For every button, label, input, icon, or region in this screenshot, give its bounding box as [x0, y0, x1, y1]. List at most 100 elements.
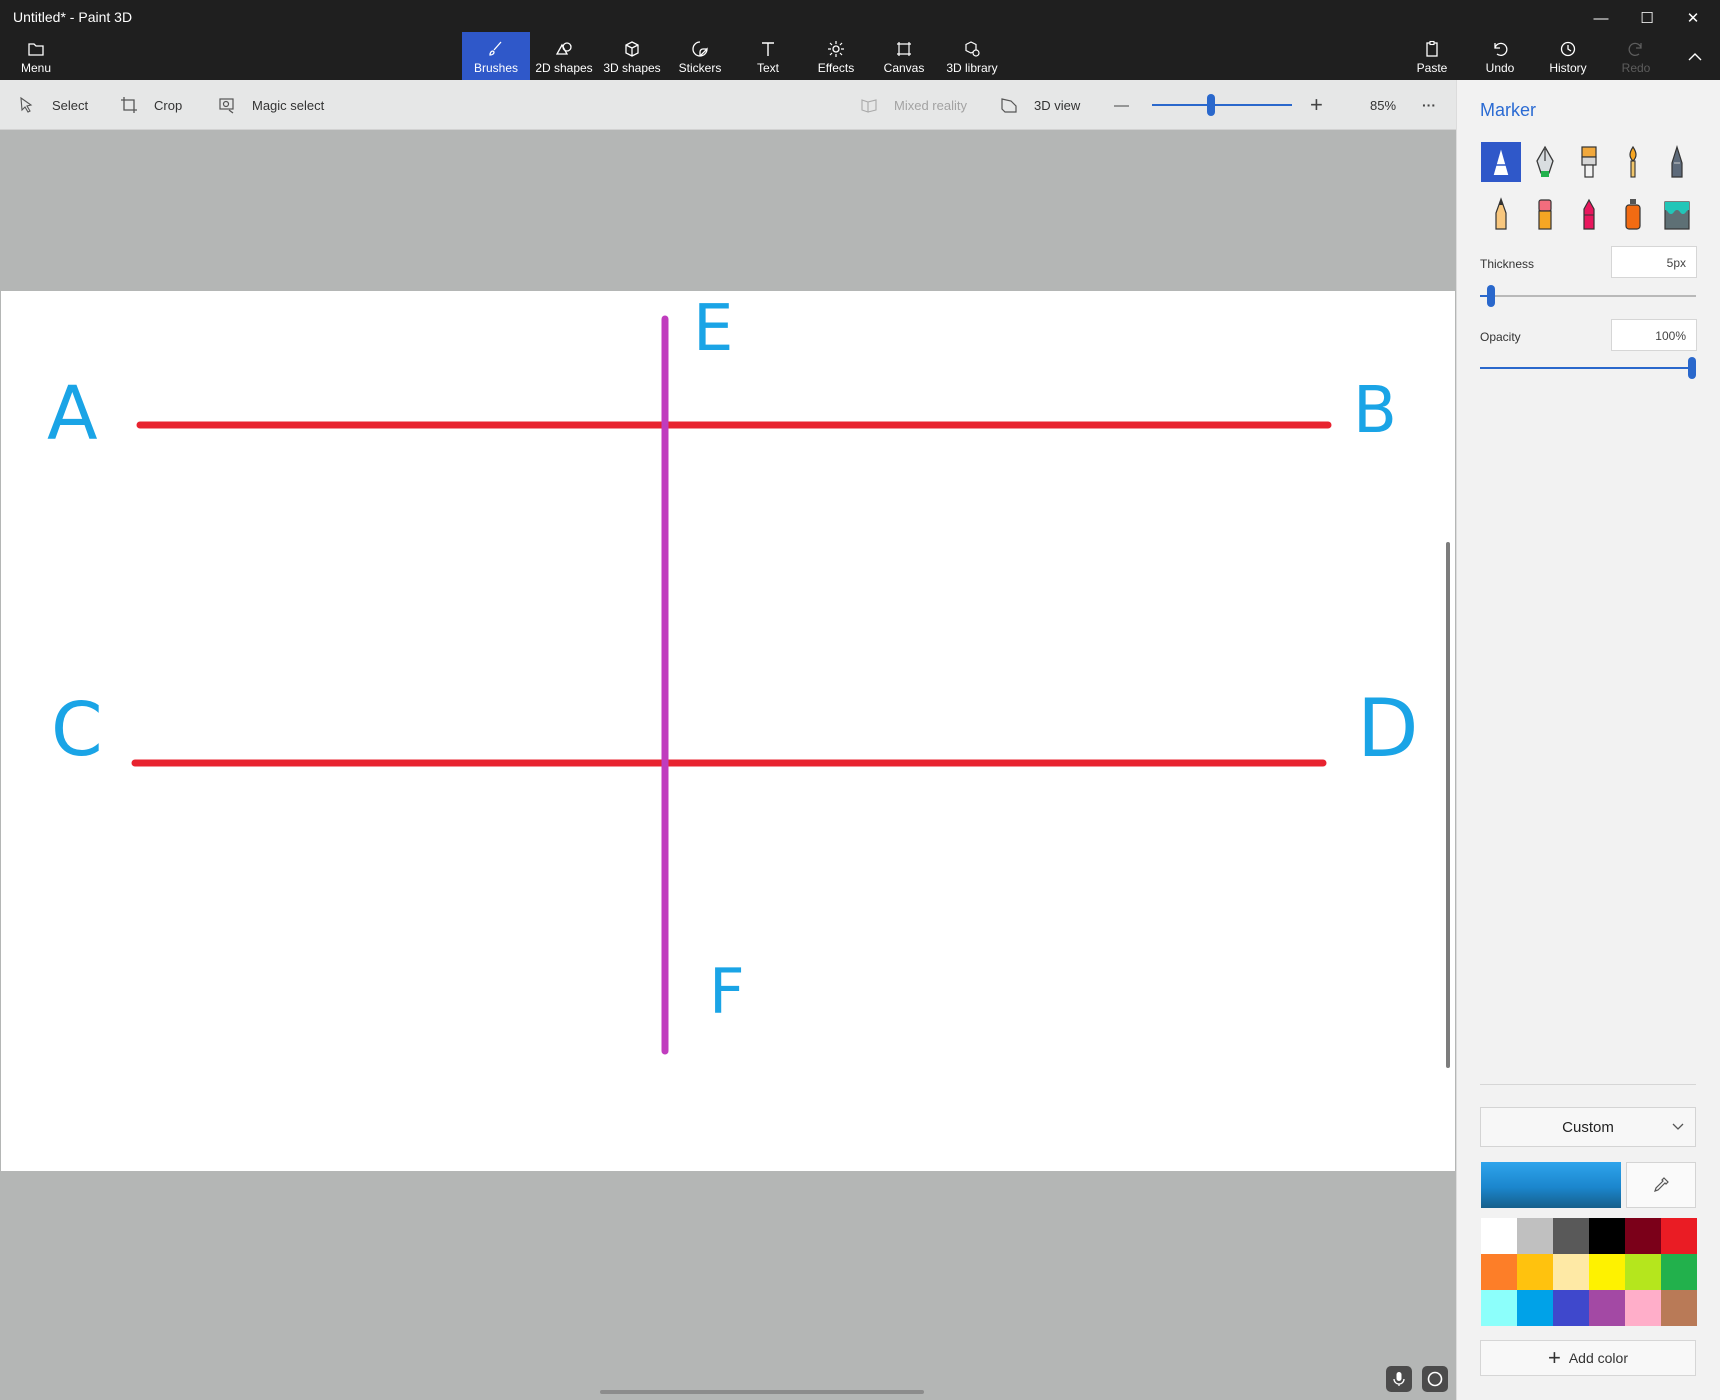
opacity-input[interactable]: 100% — [1611, 319, 1697, 351]
select-label: Select — [52, 97, 89, 113]
select-button[interactable]: Select — [18, 80, 88, 130]
redo-icon — [1628, 42, 1642, 57]
zoom-in-button[interactable]: + — [1310, 80, 1323, 130]
drawing-layer — [131, 315, 1332, 1055]
color-swatch[interactable] — [1553, 1290, 1589, 1326]
paste-button[interactable]: Paste — [1398, 32, 1466, 80]
brush-pencil[interactable] — [1481, 194, 1521, 234]
marker-icon — [1492, 146, 1510, 176]
undo-icon — [1494, 42, 1508, 57]
color-mode-dropdown[interactable]: Custom — [1480, 1107, 1696, 1147]
undo-button[interactable]: Undo — [1466, 32, 1534, 80]
current-color-swatch[interactable] — [1481, 1162, 1621, 1208]
tab-text[interactable]: Text — [734, 32, 802, 80]
crop-button[interactable]: Crop — [120, 80, 182, 130]
3d-library-icon — [965, 41, 980, 57]
cortana-button[interactable] — [1422, 1366, 1448, 1392]
brush-marker[interactable] — [1481, 142, 1521, 182]
zoom-slider-thumb[interactable] — [1207, 94, 1215, 116]
close-button[interactable]: ✕ — [1670, 0, 1716, 36]
tab-3d-shapes[interactable]: 3D shapes — [598, 32, 666, 80]
thickness-slider[interactable] — [1480, 285, 1696, 307]
color-swatch[interactable] — [1625, 1290, 1661, 1326]
color-swatch[interactable] — [1481, 1254, 1517, 1290]
brush-pixel-pen[interactable] — [1657, 142, 1697, 182]
eyedropper-button[interactable] — [1626, 1162, 1696, 1208]
opacity-slider[interactable] — [1480, 357, 1696, 379]
zoom-slider[interactable] — [1152, 94, 1292, 116]
horizontal-scrollbar[interactable] — [600, 1390, 924, 1394]
thickness-input[interactable]: 5px — [1611, 246, 1697, 278]
magic-select-button[interactable]: Magic select — [218, 80, 324, 130]
tab-3d-shapes-label: 3D shapes — [603, 61, 661, 75]
color-palette — [1481, 1218, 1697, 1326]
color-swatch[interactable] — [1661, 1290, 1697, 1326]
text-icon — [762, 42, 774, 56]
tab-brushes[interactable]: Brushes — [462, 32, 530, 80]
microphone-button[interactable] — [1386, 1366, 1412, 1392]
zoom-level[interactable]: 85% — [1370, 80, 1396, 130]
sun-icon — [828, 41, 844, 57]
brush-watercolor[interactable] — [1613, 142, 1653, 182]
microphone-icon — [1393, 1372, 1405, 1386]
tab-canvas[interactable]: Canvas — [870, 32, 938, 80]
spray-can-icon — [1625, 199, 1641, 230]
add-color-button[interactable]: + Add color — [1480, 1340, 1696, 1376]
redo-button[interactable]: Redo — [1602, 32, 1670, 80]
color-swatch[interactable] — [1625, 1254, 1661, 1290]
collapse-ribbon-button[interactable] — [1670, 32, 1720, 80]
minimize-button[interactable]: — — [1578, 0, 1624, 36]
brush-fill[interactable] — [1657, 194, 1697, 234]
color-swatch[interactable] — [1517, 1290, 1553, 1326]
tab-2d-shapes[interactable]: 2D shapes — [530, 32, 598, 80]
brush-calligraphy-pen[interactable] — [1525, 142, 1565, 182]
color-swatch[interactable] — [1517, 1218, 1553, 1254]
tab-stickers[interactable]: Stickers — [666, 32, 734, 80]
brush-oil[interactable] — [1569, 142, 1609, 182]
vertical-scrollbar[interactable] — [1446, 542, 1450, 1068]
label-e: E — [693, 292, 734, 366]
crayon-icon — [1583, 198, 1595, 230]
brushes-panel: Marker Thickness 5px Opacity 100% Custom… — [1456, 80, 1720, 1400]
color-swatch[interactable] — [1589, 1290, 1625, 1326]
magic-select-icon — [219, 98, 234, 114]
opacity-slider-thumb[interactable] — [1688, 357, 1696, 379]
zoom-out-button[interactable]: — — [1114, 80, 1129, 130]
pixel-pen-icon — [1671, 145, 1683, 178]
maximize-button[interactable]: ☐ — [1624, 0, 1670, 36]
more-options-button[interactable]: ··· — [1422, 80, 1436, 130]
cortana-icon — [1427, 1371, 1443, 1387]
label-f: F — [709, 955, 745, 1028]
brush-crayon[interactable] — [1569, 194, 1609, 234]
thickness-label: Thickness — [1480, 257, 1535, 271]
opacity-label: Opacity — [1480, 330, 1521, 344]
menu-button[interactable]: Menu — [2, 32, 70, 80]
color-swatch[interactable] — [1661, 1218, 1697, 1254]
plus-icon: + — [1547, 1345, 1561, 1370]
color-swatch[interactable] — [1589, 1218, 1625, 1254]
color-swatch[interactable] — [1481, 1290, 1517, 1326]
brush-spray-can[interactable] — [1613, 194, 1653, 234]
tab-3d-library[interactable]: 3D library — [938, 32, 1006, 80]
tab-effects[interactable]: Effects — [802, 32, 870, 80]
tab-effects-label: Effects — [817, 61, 855, 75]
history-button[interactable]: History — [1534, 32, 1602, 80]
title-bar: Untitled* - Paint 3D — ☐ ✕ — [0, 0, 1720, 36]
3d-view-button[interactable]: 3D view — [1000, 80, 1080, 130]
mixed-reality-button[interactable]: Mixed reality — [860, 80, 967, 130]
calligraphy-pen-icon — [1536, 145, 1554, 177]
color-swatch[interactable] — [1661, 1254, 1697, 1290]
thickness-slider-thumb[interactable] — [1487, 285, 1495, 307]
drawing-canvas[interactable]: A B C D E F — [1, 291, 1455, 1171]
brush-icon — [489, 41, 502, 56]
work-area: A B C D E F — [0, 130, 1456, 1400]
color-swatch[interactable] — [1625, 1218, 1661, 1254]
brush-eraser[interactable] — [1525, 194, 1565, 234]
color-swatch[interactable] — [1553, 1218, 1589, 1254]
window-title: Untitled* - Paint 3D — [13, 9, 133, 25]
color-swatch[interactable] — [1553, 1254, 1589, 1290]
color-swatch[interactable] — [1481, 1218, 1517, 1254]
mixed-reality-label: Mixed reality — [894, 97, 967, 113]
color-swatch[interactable] — [1517, 1254, 1553, 1290]
color-swatch[interactable] — [1589, 1254, 1625, 1290]
